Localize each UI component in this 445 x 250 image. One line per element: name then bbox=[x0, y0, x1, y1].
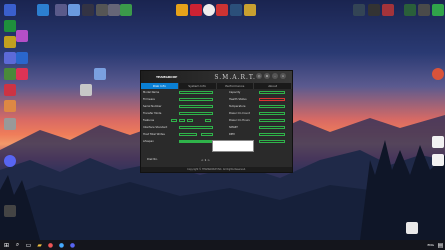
shortcut-icon[interactable] bbox=[16, 68, 28, 80]
shortcut-icon[interactable] bbox=[176, 4, 188, 16]
file-explorer-icon[interactable]: ▰ bbox=[35, 241, 44, 250]
app-header: TEAMGROUP S.M.A.R.T. ◎ ⚙ – × bbox=[141, 71, 292, 83]
shortcut-icon[interactable] bbox=[432, 4, 444, 16]
shortcut-icon[interactable] bbox=[190, 4, 202, 16]
shortcut-icon[interactable] bbox=[96, 4, 108, 16]
label-power-on-count: Power On Count bbox=[229, 112, 250, 115]
shortcut-icon[interactable] bbox=[80, 84, 92, 96]
label-features: Features bbox=[143, 119, 155, 122]
value-host-total-writes bbox=[179, 133, 197, 136]
label-rpm: RPM bbox=[229, 133, 235, 136]
settings-icon[interactable]: ⚙ bbox=[264, 73, 270, 79]
shortcut-icon[interactable] bbox=[4, 84, 16, 96]
shortcut-icon[interactable] bbox=[82, 4, 94, 16]
search-icon[interactable]: ⌕ bbox=[13, 241, 22, 250]
label-power-on-hours: Power On Hours bbox=[229, 119, 250, 122]
label-serial-number: Serial Number bbox=[143, 105, 162, 108]
globe-icon[interactable]: ◎ bbox=[256, 73, 262, 79]
brand-logo: TEAMGROUP bbox=[156, 75, 178, 79]
disk-no-label: Disk No. bbox=[147, 158, 158, 161]
value-serial-number bbox=[179, 105, 213, 108]
steam-icon[interactable] bbox=[230, 4, 242, 16]
value-firmware bbox=[179, 98, 213, 101]
value-health-status bbox=[259, 98, 285, 101]
shortcut-icon[interactable] bbox=[68, 4, 80, 16]
feature-badge bbox=[187, 119, 193, 122]
close-icon[interactable]: × bbox=[280, 73, 286, 79]
shortcut-icon[interactable] bbox=[16, 52, 28, 64]
minimize-icon[interactable]: – bbox=[272, 73, 278, 79]
shortcut-icon[interactable] bbox=[216, 4, 228, 16]
shortcut-icon[interactable] bbox=[404, 4, 416, 16]
file-icon[interactable] bbox=[432, 136, 444, 148]
feature-badge bbox=[205, 119, 211, 122]
file-icon[interactable] bbox=[432, 154, 444, 166]
shortcut-icon[interactable] bbox=[4, 20, 16, 32]
shortcut-icon[interactable] bbox=[4, 205, 16, 217]
value-host-total-writes-unit bbox=[201, 133, 213, 136]
app-icon[interactable]: ● bbox=[68, 241, 77, 250]
taskbar: ⊞ ⌕ ▭ ▰ ● ● ● ENG ▤ bbox=[0, 240, 445, 250]
shortcut-icon[interactable] bbox=[4, 118, 16, 130]
start-icon[interactable]: ⊞ bbox=[2, 241, 11, 250]
recycle-bin-icon[interactable] bbox=[4, 4, 16, 16]
label-firmware: Firmware bbox=[143, 98, 155, 101]
shortcut-icon[interactable] bbox=[382, 4, 394, 16]
shortcut-icon[interactable] bbox=[94, 68, 106, 80]
value-rpm bbox=[259, 133, 285, 136]
label-temperature: Temperature bbox=[229, 105, 246, 108]
value-smart bbox=[259, 126, 285, 129]
value-transfer-mode bbox=[179, 112, 213, 115]
app-title: S.M.A.R.T. bbox=[214, 73, 256, 81]
shortcut-icon[interactable] bbox=[432, 68, 444, 80]
feature-badge bbox=[171, 119, 177, 122]
value-power-on-count bbox=[259, 112, 285, 115]
copyright: Copyright © TEAMGROUP INC. All Rights Re… bbox=[141, 167, 292, 172]
app-icon[interactable]: ● bbox=[57, 241, 66, 250]
shortcut-icon[interactable] bbox=[16, 30, 28, 42]
gear-icon[interactable] bbox=[406, 222, 418, 234]
disk-pager[interactable]: < 1 > bbox=[201, 158, 210, 162]
label-lifespan: Lifespan bbox=[143, 140, 154, 143]
shortcut-icon[interactable] bbox=[244, 4, 256, 16]
disk-selector: Disk No. < 1 > bbox=[141, 156, 292, 164]
value-drive-letter bbox=[259, 140, 285, 143]
shortcut-icon[interactable] bbox=[120, 4, 132, 16]
discord-icon[interactable] bbox=[4, 155, 16, 167]
shortcut-icon[interactable] bbox=[108, 4, 120, 16]
shortcut-icon[interactable] bbox=[368, 4, 380, 16]
notification-icon[interactable]: ▤ bbox=[436, 241, 445, 250]
app-icon[interactable]: ● bbox=[46, 241, 55, 250]
shortcut-icon[interactable] bbox=[55, 4, 67, 16]
task-view-icon[interactable]: ▭ bbox=[24, 241, 33, 250]
shortcut-icon[interactable] bbox=[4, 68, 16, 80]
feature-badge bbox=[179, 119, 185, 122]
value-temperature bbox=[259, 105, 285, 108]
shortcut-icon[interactable] bbox=[203, 4, 215, 16]
value-power-on-hours bbox=[259, 119, 285, 122]
label-host-total-writes: Host Total Writes bbox=[143, 133, 165, 136]
label-transfer-mode: Transfer Mode bbox=[143, 112, 162, 115]
label-interface-standard: Interface Standard bbox=[143, 126, 168, 129]
lifespan-bar bbox=[179, 140, 213, 143]
shortcut-icon[interactable] bbox=[4, 52, 16, 64]
label-capacity: Capacity bbox=[229, 91, 241, 94]
shortcut-icon[interactable] bbox=[418, 4, 430, 16]
value-capacity bbox=[259, 91, 285, 94]
shortcut-icon[interactable] bbox=[4, 100, 16, 112]
smart-app-window[interactable]: TEAMGROUP S.M.A.R.T. ◎ ⚙ – × Disk Info S… bbox=[140, 70, 293, 173]
label-health-status: Health Status bbox=[229, 98, 247, 101]
label-smart: SMART bbox=[229, 126, 238, 129]
shortcut-icon[interactable] bbox=[353, 4, 365, 16]
notification-popup[interactable] bbox=[212, 140, 254, 152]
shortcut-icon[interactable] bbox=[4, 36, 16, 48]
value-interface-standard bbox=[179, 126, 213, 129]
language-indicator[interactable]: ENG bbox=[428, 243, 434, 247]
label-model-name: Model Name bbox=[143, 91, 160, 94]
value-model-name bbox=[179, 91, 213, 94]
shortcut-icon[interactable] bbox=[37, 4, 49, 16]
